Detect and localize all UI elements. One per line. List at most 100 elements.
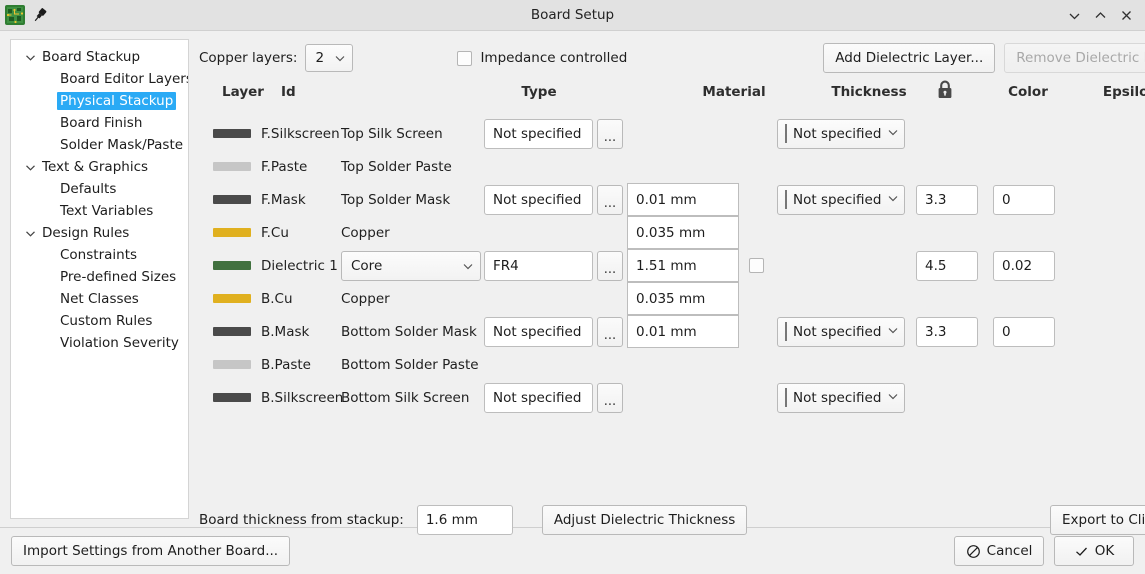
layer-material-browse-b-mask[interactable]: ... [597, 317, 623, 347]
sidebar-item-design-rules[interactable]: Design Rules [11, 222, 188, 244]
copper-layers-label: Copper layers: [199, 50, 297, 66]
sidebar-item-label: Custom Rules [57, 312, 155, 330]
chevron-down-icon[interactable] [21, 51, 39, 64]
table-row: B.CuCopper0.035 mm [199, 282, 1145, 315]
table-row: F.MaskTop Solder MaskNot specified...0.0… [199, 183, 1145, 216]
sidebar-item-custom-rules[interactable]: Custom Rules [11, 310, 188, 332]
layer-thickness-dielectric-1[interactable]: 1.51 mm [627, 249, 739, 282]
sidebar-item-text-graphics[interactable]: Text & Graphics [11, 156, 188, 178]
copper-layers-value: 2 [315, 50, 324, 66]
header-type: Type [479, 84, 599, 100]
kicad-pcb-icon [5, 5, 25, 25]
layer-color-select-b-mask[interactable]: Not specified [777, 317, 905, 347]
impedance-controlled-checkbox[interactable]: Impedance controlled [457, 50, 627, 66]
layer-epsilon-r-b-mask[interactable]: 3.3 [916, 317, 978, 347]
layer-thickness-b-mask[interactable]: 0.01 mm [627, 315, 739, 348]
chevron-down-icon [887, 324, 899, 340]
sidebar-item-label: Constraints [57, 246, 140, 264]
sidebar-item-label: Board Finish [57, 114, 145, 132]
impedance-checkbox-box[interactable] [457, 51, 472, 66]
chevron-down-icon [887, 192, 899, 208]
layer-thickness-b-cu[interactable]: 0.035 mm [627, 282, 739, 315]
layer-type-b-mask: Bottom Solder Mask [341, 324, 477, 340]
header-id: Id [281, 84, 341, 100]
sidebar-item-physical-stackup[interactable]: Physical Stackup [11, 90, 188, 112]
pin-icon[interactable] [31, 6, 49, 24]
layer-loss-tan-f-mask[interactable]: 0 [993, 185, 1055, 215]
cancel-button[interactable]: Cancel [954, 536, 1044, 566]
adjust-dielectric-thickness-button[interactable]: Adjust Dielectric Thickness [542, 505, 747, 535]
sidebar-item-label: Physical Stackup [57, 92, 176, 110]
sidebar-item-net-classes[interactable]: Net Classes [11, 288, 188, 310]
export-to-clipboard-button[interactable]: Export to Clipboard [1050, 505, 1145, 535]
layer-thickness-f-mask[interactable]: 0.01 mm [627, 183, 739, 216]
cancel-button-label: Cancel [987, 543, 1033, 559]
title-bar: Board Setup [0, 0, 1145, 31]
import-settings-button[interactable]: Import Settings from Another Board... [11, 536, 290, 566]
layer-material-f-mask[interactable]: Not specified [484, 185, 593, 215]
layer-type-f-paste: Top Solder Paste [341, 159, 452, 175]
sidebar-item-board-editor-layers[interactable]: Board Editor Layers [11, 68, 188, 90]
navigation-tree[interactable]: Board StackupBoard Editor Layers Physical… [10, 39, 189, 519]
stackup-toolbar: Copper layers: 2 Impedance controlled Ad… [199, 41, 1145, 75]
sidebar-item-label: Net Classes [57, 290, 142, 308]
sidebar-item-board-stackup[interactable]: Board Stackup [11, 46, 188, 68]
prohibition-icon [966, 544, 981, 559]
add-dielectric-layer-button[interactable]: Add Dielectric Layer... [823, 43, 995, 73]
board-setup-dialog: Board Setup Board StackupBoard Editor La… [0, 0, 1145, 574]
layer-thickness-f-cu[interactable]: 0.035 mm [627, 216, 739, 249]
chevron-down-icon [887, 390, 899, 406]
header-thickness: Thickness [809, 84, 929, 100]
layer-id-f-cu: F.Cu [261, 225, 289, 241]
layer-type-value: Core [351, 258, 382, 274]
layer-color-select-f-mask[interactable]: Not specified [777, 185, 905, 215]
layer-material-f-silkscreen[interactable]: Not specified [484, 119, 593, 149]
layer-color-select-f-silkscreen[interactable]: Not specified [777, 119, 905, 149]
layer-type-f-mask: Top Solder Mask [341, 192, 450, 208]
window-controls [1061, 2, 1145, 28]
layer-epsilon-r-dielectric-1[interactable]: 4.5 [916, 251, 978, 281]
layer-material-browse-b-silkscreen[interactable]: ... [597, 383, 623, 413]
layer-color-swatch [213, 327, 251, 336]
layer-epsilon-r-f-mask[interactable]: 3.3 [916, 185, 978, 215]
close-button[interactable] [1113, 2, 1139, 28]
sidebar-item-board-finish[interactable]: Board Finish [11, 112, 188, 134]
chevron-down-icon[interactable] [21, 161, 39, 174]
sidebar-item-pre-defined-sizes[interactable]: Pre-defined Sizes [11, 266, 188, 288]
layer-type-select-dielectric-1[interactable]: Core [341, 251, 481, 281]
chevron-down-icon[interactable] [21, 227, 39, 240]
layer-material-browse-dielectric-1[interactable]: ... [597, 251, 623, 281]
impedance-controlled-label: Impedance controlled [480, 50, 627, 66]
minimize-button[interactable] [1061, 2, 1087, 28]
sidebar-item-defaults[interactable]: Defaults [11, 178, 188, 200]
sidebar-item-violation-severity[interactable]: Violation Severity [11, 332, 188, 354]
sidebar-item-label: Defaults [57, 180, 119, 198]
layer-type-f-silkscreen: Top Silk Screen [341, 126, 443, 142]
layer-material-browse-f-silkscreen[interactable]: ... [597, 119, 623, 149]
layer-material-browse-f-mask[interactable]: ... [597, 185, 623, 215]
layer-color-swatch [213, 129, 251, 138]
sidebar-item-constraints[interactable]: Constraints [11, 244, 188, 266]
layer-thickness-lock-dielectric-1[interactable] [749, 258, 764, 273]
table-row: B.PasteBottom Solder Paste [199, 348, 1145, 381]
copper-layers-select[interactable]: 2 [305, 44, 353, 72]
layer-color-swatch [213, 294, 251, 303]
layer-material-b-mask[interactable]: Not specified [484, 317, 593, 347]
layer-material-b-silkscreen[interactable]: Not specified [484, 383, 593, 413]
sidebar-item-text-variables[interactable]: Text Variables [11, 200, 188, 222]
table-row: B.SilkscreenBottom Silk ScreenNot specif… [199, 381, 1145, 414]
layer-color-select-b-silkscreen[interactable]: Not specified [777, 383, 905, 413]
layer-loss-tan-b-mask[interactable]: 0 [993, 317, 1055, 347]
check-icon [1074, 544, 1089, 559]
layer-color-value: Not specified [793, 324, 881, 340]
layer-material-dielectric-1[interactable]: FR4 [484, 251, 593, 281]
board-thickness-value: 1.6 mm [417, 505, 513, 535]
ok-button[interactable]: OK [1054, 536, 1134, 566]
layer-id-b-mask: B.Mask [261, 324, 309, 340]
sidebar-item-solder-mask-paste[interactable]: Solder Mask/Paste [11, 134, 188, 156]
layer-loss-tan-dielectric-1[interactable]: 0.02 [993, 251, 1055, 281]
sidebar-item-label: Solder Mask/Paste [57, 136, 186, 154]
dialog-content: Board StackupBoard Editor Layers Physical… [0, 31, 1145, 527]
color-swatch [785, 388, 787, 407]
maximize-button[interactable] [1087, 2, 1113, 28]
